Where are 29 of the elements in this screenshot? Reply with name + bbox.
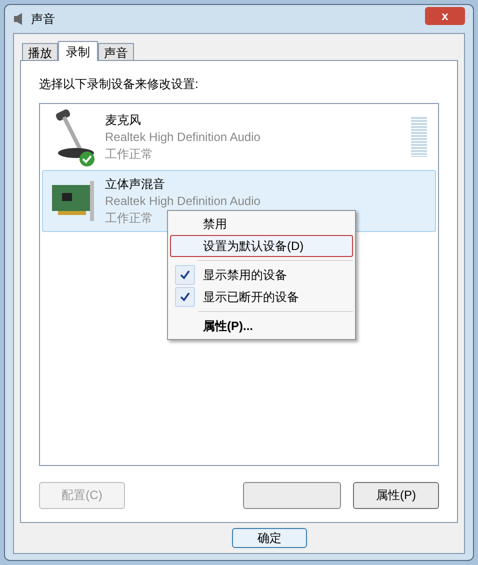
- ok-button[interactable]: 确定: [232, 528, 307, 548]
- tab[interactable]: 播放: [22, 43, 58, 60]
- split-button[interactable]: [243, 482, 341, 508]
- close-button[interactable]: x: [425, 7, 465, 25]
- properties-button[interactable]: 属性(P): [353, 482, 439, 508]
- menu-item[interactable]: 禁用: [170, 213, 353, 235]
- speaker-icon: [13, 12, 25, 26]
- menu-item-label: 显示已断开的设备: [202, 289, 299, 306]
- device-item[interactable]: 麦克风 Realtek High Definition Audio 工作正常: [42, 106, 436, 168]
- tab[interactable]: 录制: [58, 41, 98, 61]
- menu-item-label: 属性(P)...: [202, 318, 253, 335]
- instruction-text: 选择以下录制设备来修改设置:: [39, 76, 200, 93]
- device-name: 麦克风: [105, 112, 141, 128]
- menu-item-label: 显示禁用的设备: [202, 267, 287, 284]
- device-driver: Realtek High Definition Audio: [105, 128, 260, 146]
- device-driver: Realtek High Definition Audio: [105, 192, 260, 210]
- menu-item-label: 设置为默认设备(D): [202, 238, 304, 255]
- check-icon: [175, 265, 195, 285]
- check-icon: [175, 287, 195, 307]
- device-name: 立体声混音: [105, 176, 165, 192]
- menu-item[interactable]: 显示禁用的设备: [170, 264, 353, 286]
- menu-item[interactable]: 显示已断开的设备: [170, 286, 353, 308]
- device-status: 工作正常: [105, 146, 153, 162]
- menu-item-label: 禁用: [202, 216, 227, 233]
- device-status: 工作正常: [105, 210, 153, 226]
- window-title: 声音: [31, 11, 55, 28]
- menu-item[interactable]: 属性(P)...: [170, 315, 353, 337]
- tab[interactable]: 声音: [98, 43, 134, 60]
- menu-item[interactable]: 设置为默认设备(D): [170, 235, 353, 257]
